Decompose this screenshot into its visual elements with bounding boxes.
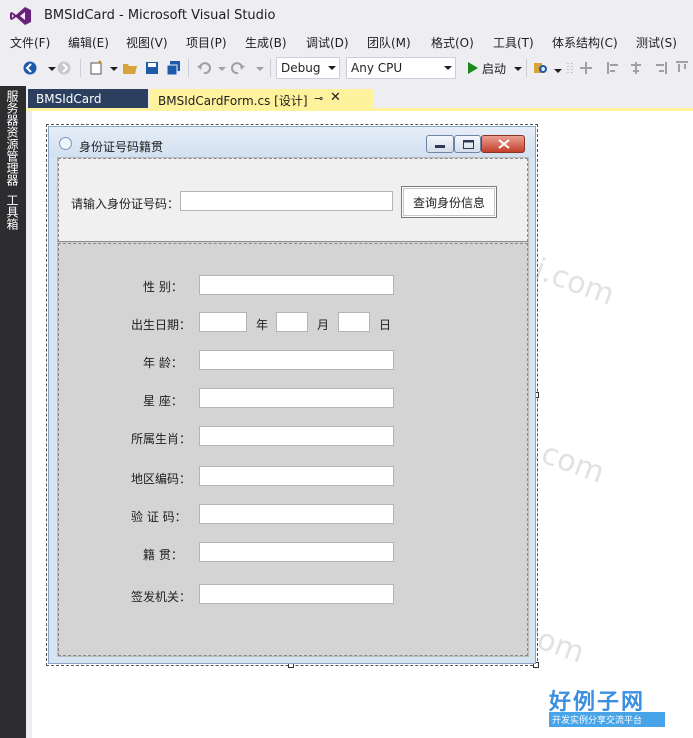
close-icon [498, 139, 510, 149]
issuer-label: 签发机关： [131, 590, 192, 604]
age-label: 年 龄： [143, 356, 183, 370]
solution-configuration-select[interactable]: Debug [276, 57, 340, 79]
minimize-icon [435, 145, 445, 148]
back-icon[interactable] [22, 60, 38, 76]
tab-label: BMSIdCard [36, 92, 102, 106]
save-all-icon[interactable] [166, 60, 182, 76]
side-panel: 服务器资源管理器 工具箱 [0, 86, 26, 738]
menu-test[interactable]: 测试(S) [636, 32, 677, 51]
solution-platform-value: Any CPU [351, 61, 403, 75]
maximize-icon [463, 140, 474, 149]
align-to-grid-icon[interactable] [578, 60, 594, 76]
dropdown-arrow-icon[interactable] [510, 60, 526, 76]
toolbar-separator [80, 59, 81, 77]
birth-date-label: 出生日期： [131, 318, 192, 332]
find-in-files-icon[interactable] [532, 60, 548, 76]
constellation-label: 星 座： [143, 394, 183, 408]
visual-studio-logo-icon [10, 7, 31, 25]
tab-bmsidcard[interactable]: BMSIdCard [28, 89, 148, 110]
age-input[interactable] [199, 350, 394, 370]
toolbar-separator [270, 59, 271, 77]
form-title: 身份证号码籍贯 [79, 140, 164, 154]
start-button-label[interactable]: 启动 [482, 60, 506, 80]
form-caption-bar: 身份证号码籍贯 [49, 127, 535, 157]
menu-file[interactable]: 文件(F) [10, 32, 50, 51]
dropdown-arrow-icon[interactable] [214, 60, 230, 76]
menu-project[interactable]: 项目(P) [186, 32, 227, 51]
redo-icon[interactable] [230, 60, 246, 76]
form-app-icon [59, 137, 72, 150]
id-number-input[interactable] [180, 191, 393, 211]
region-code-label: 地区编码： [131, 472, 192, 486]
close-button[interactable] [481, 135, 525, 153]
undo-icon[interactable] [196, 60, 212, 76]
gender-input[interactable] [199, 275, 394, 295]
tab-label: BMSIdCardForm.cs [设计] [158, 94, 308, 108]
pin-icon[interactable]: ⊸ [314, 92, 323, 105]
issuer-input[interactable] [199, 584, 394, 604]
day-unit-label: 日 [379, 318, 392, 332]
menu-bar: 文件(F) 编辑(E) 视图(V) 项目(P) 生成(B) 调试(D) 团队(M… [0, 32, 693, 52]
dropdown-arrow-icon[interactable] [252, 60, 268, 76]
menu-architecture[interactable]: 体系结构(C) [552, 32, 618, 51]
dropdown-arrow-icon[interactable] [106, 60, 122, 76]
zodiac-input[interactable] [199, 426, 394, 446]
birth-month-input[interactable] [276, 312, 308, 332]
save-icon[interactable] [144, 60, 160, 76]
constellation-input[interactable] [199, 388, 394, 408]
server-explorer-tab[interactable]: 服务器资源管理器 [4, 90, 21, 186]
new-project-icon[interactable] [88, 60, 104, 76]
toolbar: Debug Any CPU 启动 [0, 54, 693, 82]
close-icon[interactable]: ✕ [330, 90, 341, 105]
start-play-icon[interactable] [464, 60, 480, 76]
solution-configuration-value: Debug [281, 61, 321, 75]
tab-bmsidcardform-design[interactable]: BMSIdCardForm.cs [设计] ⊸ ✕ [150, 89, 374, 110]
site-logo: 好例子网 开发实例分享交流平台 [549, 684, 687, 730]
native-place-label: 籍 贯： [143, 548, 183, 562]
form-window[interactable]: 身份证号码籍贯 请输入身份证号码： 查询身份信息 性 别： 出生日期： 年 月 [48, 126, 536, 664]
open-folder-icon[interactable] [122, 60, 138, 76]
month-unit-label: 月 [317, 318, 330, 332]
chevron-down-icon [444, 66, 452, 70]
minimize-button[interactable] [426, 135, 454, 153]
zodiac-label: 所属生肖： [131, 432, 192, 446]
gender-label: 性 别： [143, 280, 183, 294]
document-tabs: BMSIdCard BMSIdCardForm.cs [设计] ⊸ ✕ [26, 86, 693, 110]
site-logo-tagline: 开发实例分享交流平台 [549, 712, 665, 727]
forward-icon[interactable] [56, 60, 72, 76]
chevron-down-icon [328, 66, 336, 70]
check-code-label: 验 证 码： [131, 510, 187, 524]
id-number-label: 请输入身份证号码： [71, 197, 180, 211]
year-unit-label: 年 [256, 318, 269, 332]
menu-team[interactable]: 团队(M) [367, 32, 411, 51]
align-top-icon[interactable] [674, 60, 690, 76]
form-client-area: 请输入身份证号码： 查询身份信息 性 别： 出生日期： 年 月 日 年 龄： 星… [57, 157, 529, 657]
result-panel: 性 别： 出生日期： 年 月 日 年 龄： 星 座： 所属生肖： 地区编码： 验… [58, 243, 528, 656]
menu-view[interactable]: 视图(V) [126, 32, 168, 51]
menu-debug[interactable]: 调试(D) [306, 32, 349, 51]
native-place-input[interactable] [199, 542, 394, 562]
toolbar-separator [526, 59, 527, 77]
toolbar-separator [188, 59, 189, 77]
menu-tools[interactable]: 工具(T) [493, 32, 534, 51]
align-right-icon[interactable] [652, 60, 668, 76]
align-left-icon[interactable] [606, 60, 622, 76]
check-code-input[interactable] [199, 504, 394, 524]
title-bar: BMSIdCard - Microsoft Visual Studio [0, 0, 693, 32]
menu-build[interactable]: 生成(B) [245, 32, 287, 51]
birth-day-input[interactable] [338, 312, 370, 332]
solution-platform-select[interactable]: Any CPU [346, 57, 456, 79]
maximize-button[interactable] [454, 135, 481, 153]
menu-edit[interactable]: 编辑(E) [68, 32, 109, 51]
menu-format[interactable]: 格式(O) [431, 32, 474, 51]
align-center-icon[interactable] [628, 60, 644, 76]
query-id-info-button[interactable]: 查询身份信息 [401, 186, 497, 218]
input-panel: 请输入身份证号码： 查询身份信息 [58, 158, 528, 242]
window-title: BMSIdCard - Microsoft Visual Studio [44, 8, 276, 23]
toolbox-tab[interactable]: 工具箱 [4, 194, 21, 230]
birth-year-input[interactable] [199, 312, 247, 332]
region-code-input[interactable] [199, 466, 394, 486]
